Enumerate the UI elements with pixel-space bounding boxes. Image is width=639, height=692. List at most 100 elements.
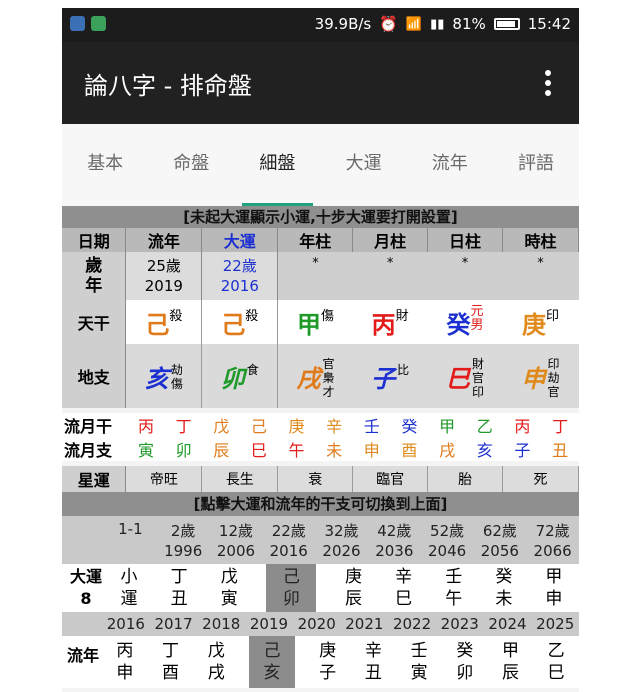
flow-year-branch: 卯: [456, 663, 474, 683]
flow-year-pillar[interactable]: 壬寅: [396, 636, 442, 688]
dayun-year: [104, 542, 157, 560]
stem-ten-god: 印: [546, 308, 560, 324]
flow-month-label: 流月干: [64, 417, 113, 436]
flow-month-char[interactable]: 申: [353, 437, 391, 461]
flow-year-pillar[interactable]: 丙申: [102, 636, 148, 688]
dayun-age-cell[interactable]: 22歲 2016: [201, 252, 279, 300]
chart-header-cell: 月柱: [352, 228, 429, 252]
dayun-stem: 丁: [170, 567, 188, 587]
earthly-branch-cell[interactable]: 卯食: [201, 344, 279, 408]
tab-2[interactable]: 細盤: [234, 124, 320, 206]
branch-char: 巳: [446, 364, 471, 393]
star-fortune-row: 星運 帝旺 長生衰臨官胎死: [62, 466, 579, 492]
tab-3[interactable]: 大運: [321, 124, 407, 206]
flow-month-char[interactable]: 亥: [466, 437, 504, 461]
alarm-icon: ⏰: [379, 15, 398, 33]
flow-month-label: 流月支: [64, 441, 113, 460]
flow-month-char[interactable]: 丙: [504, 413, 542, 437]
flow-year-pillar[interactable]: 丁酉: [148, 636, 194, 688]
flow-month-char[interactable]: 乙: [466, 413, 504, 437]
flow-year-pillar[interactable]: 戊戌: [193, 636, 239, 688]
flow-age-cell[interactable]: 25歲 2019: [125, 252, 203, 300]
age-year-label: 歲年: [62, 252, 127, 300]
dayun-pillar[interactable]: 己卯: [266, 564, 317, 612]
flow-month-char[interactable]: 丁: [165, 413, 203, 437]
dayun-branch: 午: [445, 589, 463, 609]
tab-4[interactable]: 流年: [407, 124, 493, 206]
flow-month-char[interactable]: 午: [278, 437, 316, 461]
earthly-branch-cell[interactable]: 亥劫傷: [125, 344, 203, 408]
flow-month-table: 流月干丙丁戊己庚辛壬癸甲乙丙丁 流月支寅卯辰巳午未申酉戌亥子丑: [62, 413, 579, 461]
flow-month-char[interactable]: 丙: [127, 413, 165, 437]
wifi-icon: 📶: [405, 16, 423, 32]
hidden-stems: 比: [397, 359, 409, 377]
flow-month-char[interactable]: 己: [240, 413, 278, 437]
battery-icon: [493, 18, 520, 30]
stem-ten-god: 財: [395, 308, 409, 324]
flow-month-char[interactable]: 子: [504, 437, 542, 461]
bazi-chart-table: 日期 流年 大運 年柱 月柱 日柱 時柱 歲年 25歲 2019 22歲 2016 * * * …: [62, 228, 579, 408]
flow-year-number: 2021: [345, 615, 384, 633]
flow-month-char[interactable]: 戌: [428, 437, 466, 461]
tab-1[interactable]: 命盤: [148, 124, 234, 206]
dayun-pillar[interactable]: 壬午: [429, 564, 479, 612]
flow-year-stem: 己: [263, 641, 281, 661]
dayun-branch: 辰: [344, 589, 362, 609]
dayun-pillar[interactable]: 甲申: [529, 564, 579, 612]
flow-month-stems-row: 流月干丙丁戊己庚辛壬癸甲乙丙丁: [62, 413, 579, 437]
flow-year-stem: 丁: [162, 641, 180, 661]
flow-month-char[interactable]: 丁: [541, 413, 579, 437]
dayun-pillar[interactable]: 辛巳: [379, 564, 429, 612]
hidden-stem-god: 梟: [322, 371, 335, 385]
flow-month-char[interactable]: 辰: [202, 437, 240, 461]
flow-month-char[interactable]: 未: [315, 437, 353, 461]
flow-year-band: 2016 2017 2018 2019 2020 2021 2022 2023 2024 2025: [62, 612, 579, 636]
more-options-icon[interactable]: [545, 70, 553, 96]
flow-month-char[interactable]: 卯: [165, 437, 203, 461]
star-cell: *: [502, 252, 579, 300]
dayun-branch: 卯: [282, 589, 300, 609]
flow-month-char[interactable]: 丑: [541, 437, 579, 461]
status-bar: 39.9B/s ⏰ 📶 ▮▮ 81% 15:42: [62, 8, 579, 42]
dayun-stem: 辛: [395, 567, 413, 587]
flow-year-stem: 甲: [501, 641, 519, 661]
flow-year-pillar[interactable]: 己亥: [249, 636, 295, 688]
flow-month-char[interactable]: 甲: [428, 413, 466, 437]
dayun-pillar[interactable]: 丁丑: [154, 564, 204, 612]
heavenly-stem-cell[interactable]: 己殺: [125, 300, 203, 344]
flow-year-pillar[interactable]: 乙巳: [533, 636, 579, 688]
flow-year-pillar[interactable]: 癸卯: [442, 636, 488, 688]
dayun-age: 42歲: [377, 522, 412, 540]
flow-month-char[interactable]: 酉: [391, 437, 429, 461]
hidden-stem-god: 官: [472, 371, 485, 385]
flow-month-char[interactable]: 戊: [202, 413, 240, 437]
flow-year-pillar[interactable]: 庚子: [305, 636, 351, 688]
tab-bar: 基本 命盤 細盤 大運 流年 評語: [62, 124, 579, 206]
dayun-pillar[interactable]: 癸未: [479, 564, 529, 612]
flow-month-char[interactable]: 癸: [391, 413, 429, 437]
earthly-branch-cell: 巳財官印: [428, 344, 503, 408]
signal-icon: ▮▮: [430, 16, 445, 32]
heavenly-stems-label: 天干: [62, 300, 127, 344]
dayun-year: 1996: [164, 542, 203, 560]
dayun-pillar[interactable]: 戊寅: [204, 564, 254, 612]
flow-year-pillar[interactable]: 辛丑: [351, 636, 397, 688]
dayun-pillar[interactable]: 庚辰: [328, 564, 378, 612]
heavenly-stem-cell: 癸元男: [428, 300, 503, 344]
star-fortune-cell: 長生: [201, 466, 279, 492]
flow-month-char[interactable]: 寅: [127, 437, 165, 461]
dayun-age: 52歲: [430, 522, 465, 540]
hidden-stem-god: 官: [322, 357, 335, 371]
dayun-pillar[interactable]: 小運: [104, 564, 154, 612]
flow-month-char[interactable]: 壬: [353, 413, 391, 437]
tab-0[interactable]: 基本: [62, 124, 148, 206]
stem-char: 庚: [522, 310, 546, 339]
flow-month-char[interactable]: 庚: [278, 413, 316, 437]
flow-month-branches-row: 流月支寅卯辰巳午未申酉戌亥子丑: [62, 437, 579, 461]
flow-year-branch: 辰: [501, 663, 519, 683]
heavenly-stem-cell[interactable]: 己殺: [201, 300, 279, 344]
tab-5[interactable]: 評語: [493, 124, 579, 206]
flow-month-char[interactable]: 辛: [315, 413, 353, 437]
flow-year-pillar[interactable]: 甲辰: [488, 636, 534, 688]
flow-month-char[interactable]: 巳: [240, 437, 278, 461]
